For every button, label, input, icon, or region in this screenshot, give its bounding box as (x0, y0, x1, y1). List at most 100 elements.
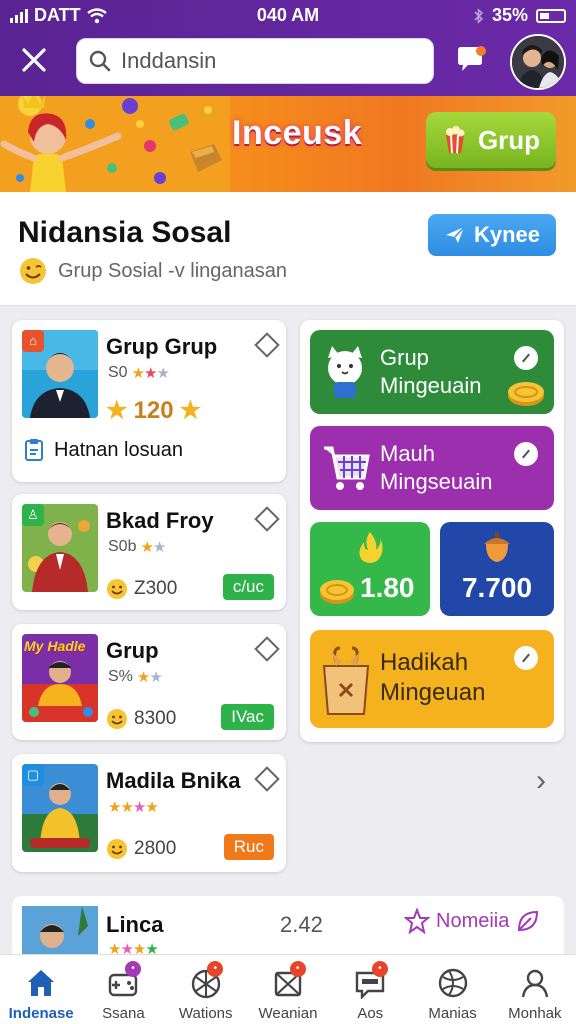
card-count-row: Z300 (106, 578, 177, 600)
nominate-tag[interactable]: Nomeiia (404, 908, 541, 934)
tile-coins[interactable]: 1.80 (310, 522, 430, 616)
group-card[interactable]: Linca ★★★★ 2.42 Nomeiia (12, 896, 564, 956)
profile-avatar[interactable] (510, 34, 566, 90)
group-card[interactable]: ♙ Bkad Froy S0b ★★ Z300 c/uc (12, 494, 286, 610)
diamond-icon[interactable] (254, 636, 280, 662)
star-outline-icon (404, 908, 430, 934)
card-status-pill[interactable]: IVac (221, 704, 274, 730)
nav-label: Indenase (8, 1005, 74, 1022)
search-bar[interactable] (76, 38, 434, 84)
bluetooth-icon (474, 7, 484, 24)
banner-title: Inceusk (232, 114, 363, 152)
nav-item-weanian[interactable]: • Weanian (247, 955, 329, 1024)
card-count: 8300 (134, 708, 177, 729)
card-rating-row: S% ★★ (108, 668, 163, 686)
acorn-icon (484, 532, 510, 562)
close-button[interactable] (18, 44, 50, 76)
tile-mauh-mingseuain[interactable]: Mauh Mingseuain (310, 426, 554, 510)
promo-banner[interactable]: Inceusk Grup (0, 96, 576, 192)
tile-grup-mingeuain[interactable]: Grup Mingeuain (310, 330, 554, 414)
smiley-icon (107, 709, 127, 729)
card-status-pill[interactable]: Ruc (223, 834, 274, 860)
messages-button[interactable] (456, 44, 488, 76)
group-type-icon: ⌂ (22, 330, 44, 352)
diamond-icon[interactable] (254, 332, 280, 358)
tile-label: Grup Mingeuain (380, 345, 482, 398)
card-title: Linca (106, 912, 164, 937)
rating-stars-icon: ★★ (136, 669, 163, 686)
card-count-row: 2800 (106, 838, 176, 860)
check-icon[interactable] (514, 442, 538, 466)
shopping-cart-icon (324, 446, 370, 490)
nav-item-profile[interactable]: Monhak (494, 955, 576, 1024)
chevron-right-icon[interactable]: › (536, 764, 546, 798)
coin-icon (320, 580, 354, 604)
search-icon (89, 50, 111, 72)
notification-badge: • (371, 961, 388, 977)
card-count-row: 8300 (106, 708, 176, 730)
card-value: 2.42 (280, 912, 323, 937)
smiley-icon (107, 839, 127, 859)
banner-illustration (0, 96, 230, 192)
nav-label: Monhak (508, 1005, 562, 1022)
diamond-icon[interactable] (254, 506, 280, 532)
leaf-icon (518, 910, 539, 932)
kynee-label: Kynee (473, 222, 541, 247)
nav-item-ssana[interactable]: • Ssana (82, 955, 164, 1024)
card-rating-row: S0 ★★★ (108, 364, 170, 382)
card-count: Z300 (134, 578, 178, 599)
card-rating-row: S0b ★★ (108, 538, 166, 556)
nav-item-wations[interactable]: • Wations (165, 955, 247, 1024)
group-card[interactable]: ⌂ Grup Grup S0 ★★★ ★ 120 ★ Hatnan losuan (12, 320, 286, 482)
tile-label: Mauh Mingseuain (380, 441, 493, 494)
rating-stars-icon: ★★★ (131, 365, 170, 382)
battery-icon (536, 8, 566, 23)
battery-label: 35% (491, 5, 528, 25)
tile-label: Hadikah Mingeuan (380, 649, 486, 706)
home-icon (28, 970, 55, 996)
card-footer-text: Hatnan losuan (54, 438, 183, 461)
banner-grup-button[interactable]: Grup (426, 112, 556, 168)
tile-hadikah-mingeuan[interactable]: Hadikah Mingeuan (310, 630, 554, 728)
tile-points[interactable]: 7.700 (440, 522, 554, 616)
person-photo (22, 906, 98, 956)
check-icon[interactable] (514, 346, 538, 370)
nav-label: Wations (178, 1005, 233, 1022)
card-status-pill[interactable]: c/uc (222, 574, 274, 600)
group-title: Nidansia Sosal (18, 216, 232, 249)
nav-label: Weanian (258, 1005, 318, 1022)
close-icon (22, 48, 46, 72)
nav-item-manias[interactable]: Manias (411, 955, 493, 1024)
group-card[interactable]: ▢ Madila Bnika ★★★★ 2800 Ruc (12, 754, 286, 872)
banner-button-label: Grup (477, 124, 541, 155)
diamond-icon[interactable] (254, 766, 280, 792)
check-icon[interactable] (514, 646, 538, 670)
clipboard-icon (25, 439, 43, 461)
group-subtitle: Grup Sosial -v linganasan (58, 259, 288, 282)
gift-bag-icon (322, 646, 370, 715)
notification-badge: • (289, 961, 306, 977)
card-meta-label: S% (108, 668, 133, 685)
card-title: Madila Bnika (106, 768, 241, 793)
group-card[interactable]: My Hadle Grup S% ★★ 8300 IVac (12, 624, 286, 740)
group-type-icon: ▢ (22, 764, 44, 786)
poster-title: My Hadle (24, 638, 86, 654)
nav-label: Ssana (102, 1005, 145, 1022)
group-header: Nidansia Sosal Grup Sosial -v linganasan… (0, 192, 576, 306)
group-subtitle-row: Grup Sosial -v linganasan (18, 256, 287, 286)
user-icon (521, 969, 549, 998)
card-count: 2800 (134, 838, 177, 859)
nav-label: Aos (357, 1005, 384, 1022)
card-title: Grup (106, 638, 159, 663)
nav-item-home[interactable]: Indenase (0, 955, 82, 1024)
status-bar: DATT 040 AM 35% (0, 0, 576, 30)
star-icon: ★ (179, 397, 202, 424)
star-icon: ★ (106, 397, 128, 424)
kynee-button[interactable]: Kynee (428, 214, 556, 256)
search-input[interactable] (121, 48, 421, 74)
send-icon (445, 226, 465, 243)
nav-label: Manias (428, 1005, 477, 1022)
chat-bubble-icon (458, 46, 486, 71)
nav-item-aos[interactable]: • Aos (329, 955, 411, 1024)
group-type-icon: ♙ (22, 504, 44, 526)
